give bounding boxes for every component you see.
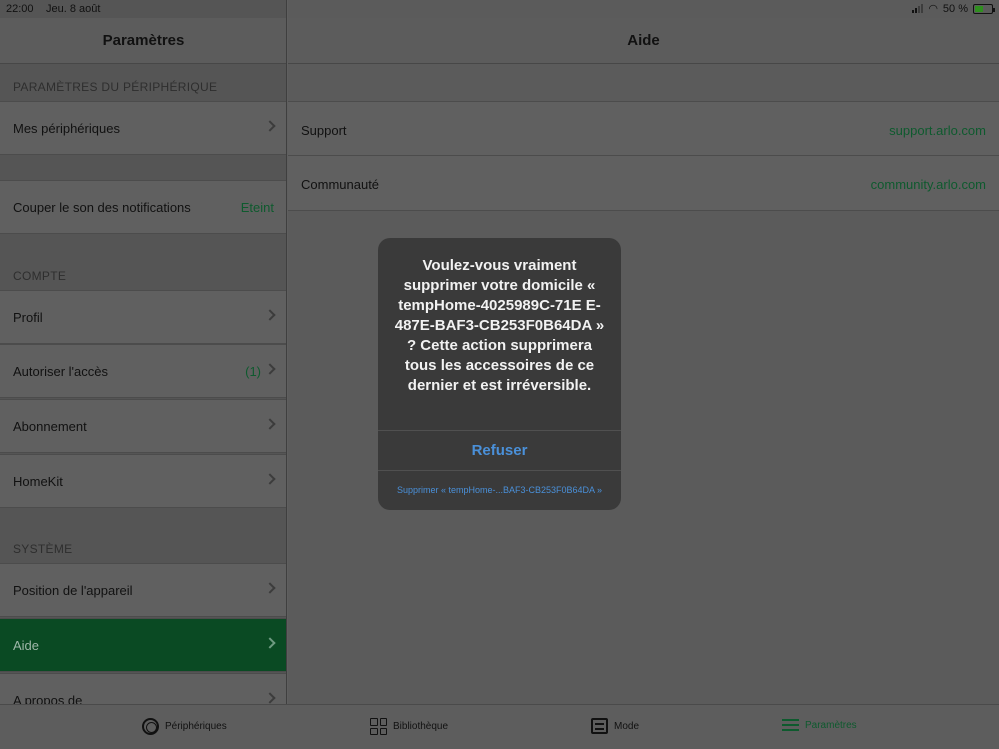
- sidebar-title: Paramètres: [102, 32, 185, 49]
- mode-icon: [591, 718, 608, 734]
- sidebar-item-profile[interactable]: Profil: [0, 290, 286, 344]
- battery-percent: 50 %: [942, 2, 968, 15]
- page-title: Aide: [627, 32, 660, 49]
- sidebar-item-label: Aide: [13, 638, 40, 653]
- sidebar-item-device-position[interactable]: Position de l'appareil: [0, 563, 286, 617]
- section-device-settings: PARAMÈTRES DU PÉRIPHÉRIQUE: [13, 80, 218, 94]
- help-row-support[interactable]: Support support.arlo.com: [288, 101, 999, 156]
- status-time: 22:00: [6, 3, 34, 15]
- section-system: SYSTÈME: [13, 542, 73, 556]
- sidebar-header: Paramètres: [0, 18, 286, 64]
- alert-message: Voulez-vous vraiment supprimer votre dom…: [394, 257, 605, 394]
- delete-home-alert: Voulez-vous vraiment supprimer votre dom…: [378, 238, 621, 510]
- chevron-right-icon: [264, 363, 276, 375]
- tab-bar: Périphériques Bibliothèque Mode Paramètr…: [0, 704, 999, 749]
- tab-settings[interactable]: Paramètres: [782, 718, 857, 732]
- support-link[interactable]: support.arlo.com: [889, 123, 986, 138]
- section-account: COMPTE: [13, 269, 67, 283]
- sidebar-item-label: A propos de: [13, 693, 83, 704]
- help-row-label: Communauté: [301, 177, 380, 192]
- sidebar-item-label: HomeKit: [13, 474, 63, 489]
- status-bar: 22:00 Jeu. 8 août ◠ 50 %: [0, 0, 999, 18]
- sidebar-item-grant-access[interactable]: Autoriser l'accès (1): [0, 344, 286, 398]
- tab-label: Périphériques: [165, 721, 227, 732]
- sidebar-item-homekit[interactable]: HomeKit: [0, 454, 286, 508]
- sidebar-item-mute-notifications[interactable]: Couper le son des notifications Eteint: [0, 180, 286, 234]
- sidebar-item-my-devices[interactable]: Mes périphériques: [0, 101, 286, 155]
- wifi-icon: ◠: [928, 3, 938, 15]
- chevron-right-icon: [264, 473, 276, 485]
- sidebar-item-label: Abonnement: [13, 419, 87, 434]
- sidebar-item-help[interactable]: Aide: [0, 618, 286, 672]
- library-icon: [370, 718, 387, 735]
- help-row-label: Support: [301, 123, 347, 138]
- tab-label: Bibliothèque: [393, 721, 449, 732]
- refuse-button[interactable]: Refuser: [378, 430, 621, 471]
- sidebar-item-label: Autoriser l'accès: [13, 364, 108, 379]
- sidebar-item-subscription[interactable]: Abonnement: [0, 399, 286, 453]
- detail-header: Aide: [288, 18, 999, 64]
- grant-access-count-badge: (1): [245, 364, 261, 379]
- sidebar-item-label: Profil: [13, 310, 43, 325]
- help-row-community[interactable]: Communauté community.arlo.com: [288, 156, 999, 211]
- chevron-right-icon: [264, 418, 276, 430]
- tab-label: Paramètres: [805, 719, 857, 731]
- sidebar-item-label: Position de l'appareil: [13, 583, 133, 598]
- settings-sidebar: Paramètres PARAMÈTRES DU PÉRIPHÉRIQUE Me…: [0, 0, 287, 704]
- chevron-right-icon: [264, 120, 276, 132]
- menu-icon: [782, 718, 799, 732]
- sidebar-item-label: Mes périphériques: [13, 121, 120, 136]
- tab-mode[interactable]: Mode: [591, 718, 639, 734]
- community-link[interactable]: community.arlo.com: [871, 177, 986, 192]
- delete-home-button[interactable]: Supprimer « tempHome-...BAF3-CB253F0B64D…: [378, 471, 621, 510]
- tab-library[interactable]: Bibliothèque: [370, 718, 448, 735]
- chevron-right-icon: [264, 637, 276, 649]
- sidebar-item-label: Couper le son des notifications: [13, 200, 191, 215]
- devices-icon: [142, 718, 159, 735]
- tab-devices[interactable]: Périphériques: [142, 718, 227, 735]
- signal-icon: [912, 4, 924, 13]
- status-date: Jeu. 8 août: [46, 3, 101, 15]
- sidebar-item-about[interactable]: A propos de: [0, 673, 286, 704]
- chevron-right-icon: [264, 582, 276, 594]
- chevron-right-icon: [264, 692, 276, 704]
- mute-status-value: Eteint: [240, 200, 274, 215]
- chevron-right-icon: [264, 309, 276, 321]
- battery-icon: [973, 3, 995, 14]
- tab-label: Mode: [614, 720, 640, 732]
